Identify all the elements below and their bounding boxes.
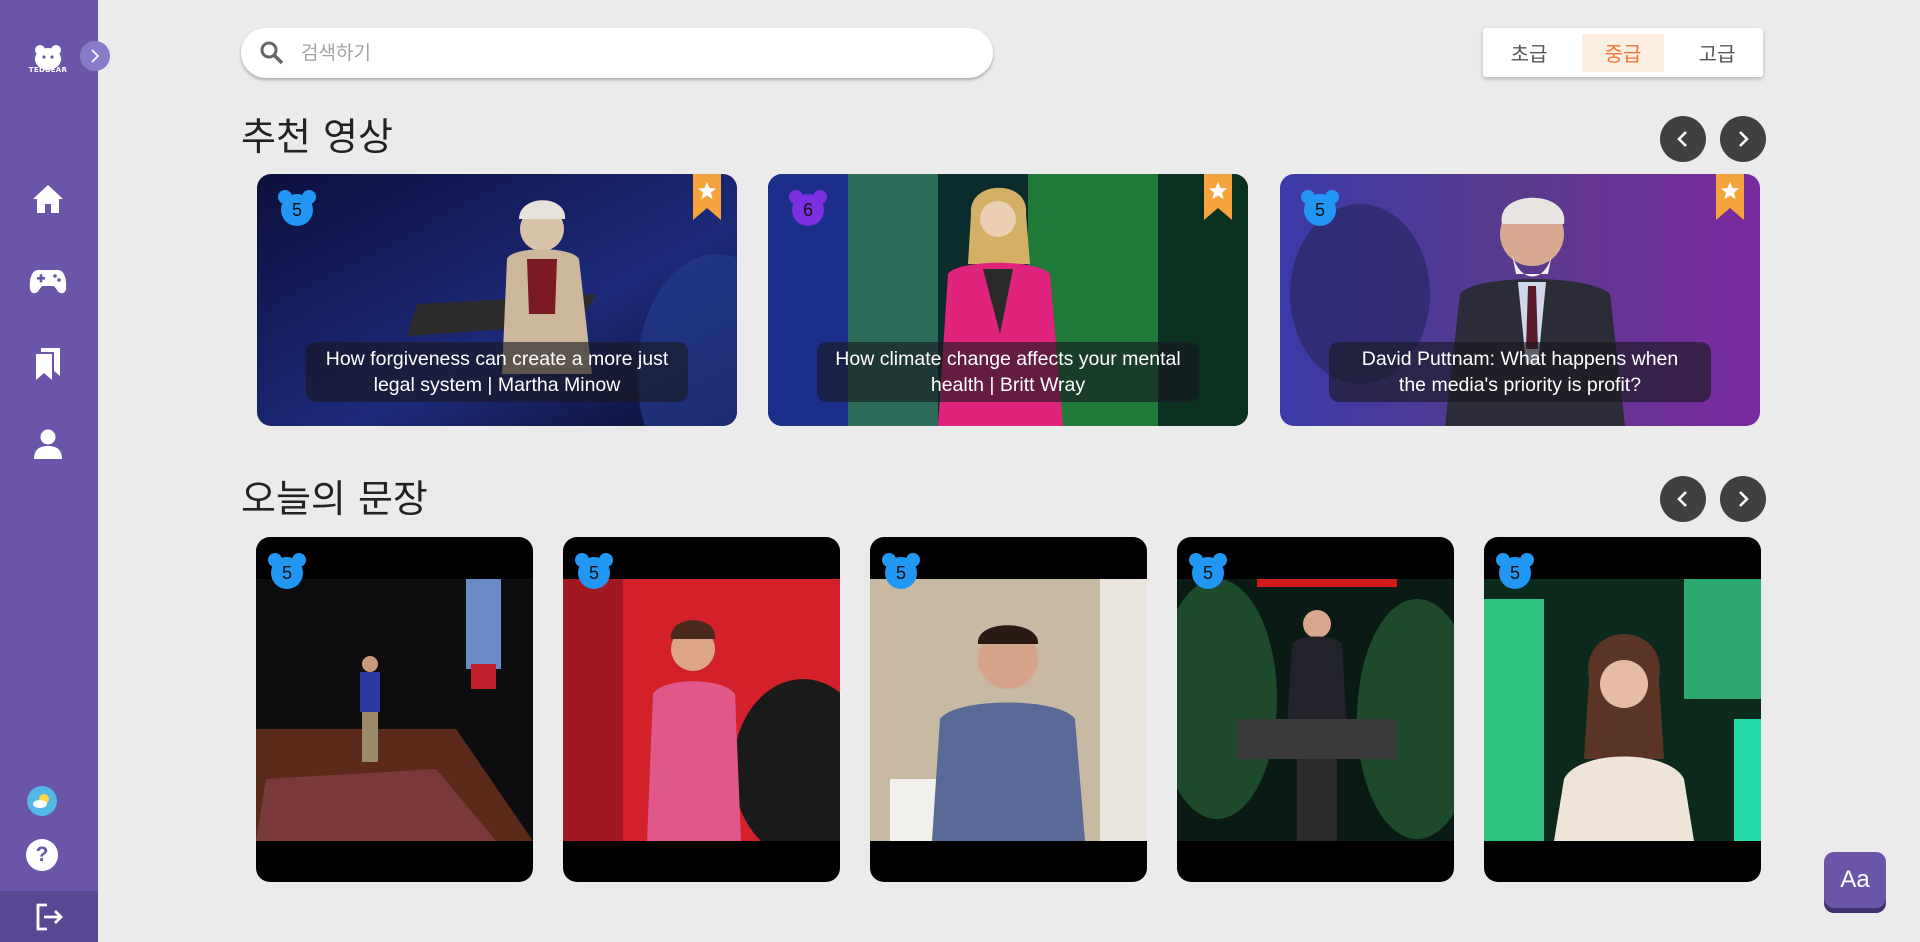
level-badge: 6 (788, 190, 828, 226)
video-card[interactable]: 6 How climate change affects your mental… (768, 174, 1248, 426)
gamepad-icon[interactable] (28, 261, 68, 301)
level-badge: 5 (277, 190, 317, 226)
level-badge: 5 (1300, 190, 1340, 226)
video-caption: How forgiveness can create a more just l… (306, 342, 688, 402)
sentences-prev-button[interactable] (1660, 476, 1706, 522)
sentence-card[interactable]: 5 (1177, 537, 1454, 882)
sentences-next-button[interactable] (1720, 476, 1766, 522)
bookmarks-icon[interactable] (28, 343, 68, 383)
recommended-prev-button[interactable] (1660, 116, 1706, 162)
level-badge: 5 (267, 553, 307, 589)
font-size-button[interactable]: Aa (1824, 852, 1886, 908)
video-caption: David Puttnam: What happens when the med… (1329, 342, 1711, 402)
home-icon[interactable] (28, 179, 68, 219)
search-bar (241, 28, 993, 78)
bookmark-icon[interactable] (1204, 174, 1232, 220)
sentence-card[interactable]: 5 (870, 537, 1147, 882)
help-icon[interactable]: ? (26, 839, 58, 871)
video-caption: How climate change affects your mental h… (817, 342, 1199, 402)
bookmark-icon[interactable] (1716, 174, 1744, 220)
logo-text: TEDBEAR (28, 66, 68, 74)
tedbear-logo[interactable]: TEDBEAR (24, 34, 72, 82)
search-icon (260, 41, 284, 65)
level-intermediate[interactable]: 중급 (1582, 33, 1664, 72)
sentence-card[interactable]: 5 (1484, 537, 1761, 882)
level-badge: 5 (881, 553, 921, 589)
sentence-card[interactable]: 5 (256, 537, 533, 882)
recommended-title: 추천 영상 (241, 115, 393, 159)
level-advanced[interactable]: 고급 (1676, 34, 1758, 72)
level-badge: 5 (1495, 553, 1535, 589)
video-card[interactable]: 5 David Puttnam: What happens when the m… (1280, 174, 1760, 426)
recommended-next-button[interactable] (1720, 116, 1766, 162)
level-beginner[interactable]: 초급 (1488, 34, 1570, 72)
sentence-card[interactable]: 5 (563, 537, 840, 882)
sidebar-expand-button[interactable] (80, 41, 110, 71)
level-badge: 5 (574, 553, 614, 589)
sidebar: TEDBEAR ? (0, 0, 98, 942)
search-input[interactable] (301, 42, 941, 64)
user-icon[interactable] (28, 424, 68, 464)
level-badge: 5 (1188, 553, 1228, 589)
bookmark-icon[interactable] (693, 174, 721, 220)
logout-icon[interactable] (0, 891, 98, 942)
sentences-title: 오늘의 문장 (241, 477, 428, 521)
weather-icon[interactable] (27, 786, 57, 816)
video-card[interactable]: 5 How forgiveness can create a more just… (257, 174, 737, 426)
level-selector: 초급 중급 고급 (1483, 28, 1763, 77)
